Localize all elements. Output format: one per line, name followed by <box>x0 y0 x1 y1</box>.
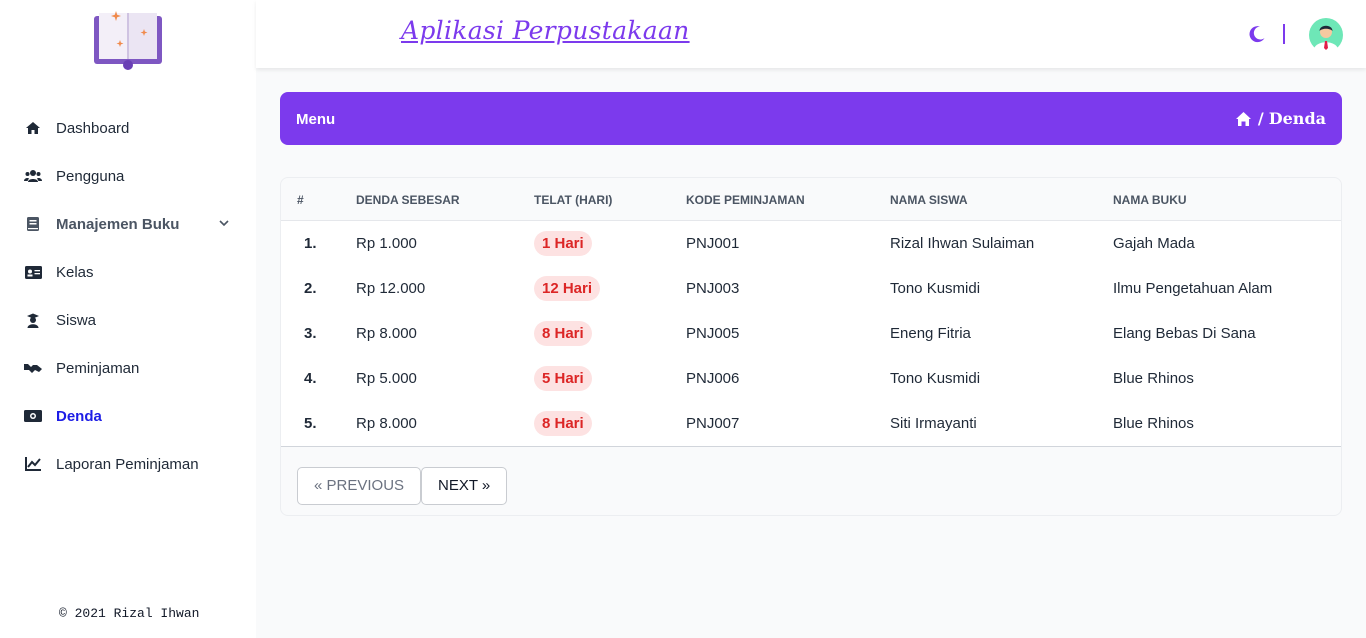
kode-peminjaman: PNJ006 <box>686 370 740 387</box>
denda-amount: Rp 12.000 <box>356 280 426 297</box>
telat-badge: 12 Hari <box>534 276 601 301</box>
column-header-denda: DENDA SEBESAR <box>356 193 460 207</box>
column-header-kode: KODE PEMINJAMAN <box>686 193 805 207</box>
library-book-logo-icon <box>94 11 162 70</box>
nama-siswa: Tono Kusmidi <box>890 280 981 297</box>
table-header: # DENDA SEBESAR TELAT (HARI) KODE PEMINJ… <box>281 178 1341 221</box>
denda-table-card: # DENDA SEBESAR TELAT (HARI) KODE PEMINJ… <box>280 177 1342 516</box>
row-number: 1. <box>304 235 317 252</box>
divider <box>1283 24 1285 44</box>
table-row: 4. Rp 5.000 5 Hari PNJ006 Tono Kusmidi B… <box>281 356 1341 401</box>
telat-badge: 8 Hari <box>534 321 592 346</box>
sidebar-nav: Dashboard Pengguna Manajemen Buku Kelas <box>0 104 256 488</box>
table-row: 3. Rp 8.000 8 Hari PNJ005 Eneng Fitria E… <box>281 311 1341 356</box>
nama-buku: Gajah Mada <box>1113 235 1195 252</box>
avatar[interactable] <box>1309 18 1343 52</box>
sidebar-item-siswa[interactable]: Siswa <box>0 296 256 344</box>
sidebar-item-kelas[interactable]: Kelas <box>0 248 256 296</box>
pagination: « PREVIOUS NEXT » <box>297 467 508 505</box>
menu-label: Menu <box>296 111 336 128</box>
chart-line-icon <box>24 455 42 473</box>
telat-badge: 5 Hari <box>534 366 592 391</box>
telat-badge: 8 Hari <box>534 411 592 436</box>
kode-peminjaman: PNJ007 <box>686 415 740 432</box>
id-card-icon <box>24 263 42 281</box>
breadcrumb: / Denda <box>1235 109 1326 128</box>
table-row: 1. Rp 1.000 1 Hari PNJ001 Rizal Ihwan Su… <box>281 221 1341 266</box>
sidebar-item-label: Peminjaman <box>56 359 140 377</box>
nama-siswa: Eneng Fitria <box>890 325 971 342</box>
kode-peminjaman: PNJ005 <box>686 325 740 342</box>
column-header-nama-buku: NAMA BUKU <box>1113 193 1187 207</box>
nama-siswa: Tono Kusmidi <box>890 370 981 387</box>
sidebar-item-label: Denda <box>56 407 102 425</box>
nama-buku: Blue Rhinos <box>1113 415 1194 432</box>
nama-buku: Ilmu Pengetahuan Alam <box>1113 280 1273 297</box>
sidebar-item-laporan-peminjaman[interactable]: Laporan Peminjaman <box>0 440 256 488</box>
nama-siswa: Rizal Ihwan Sulaiman <box>890 235 1035 252</box>
sidebar-item-peminjaman[interactable]: Peminjaman <box>0 344 256 392</box>
previous-page-button[interactable]: « PREVIOUS <box>297 467 422 505</box>
nama-buku: Elang Bebas Di Sana <box>1113 325 1256 342</box>
kode-peminjaman: PNJ003 <box>686 280 740 297</box>
sidebar-item-pengguna[interactable]: Pengguna <box>0 152 256 200</box>
row-number: 5. <box>304 415 317 432</box>
breadcrumb-separator: / <box>1257 109 1264 128</box>
copyright-text: © 2021 Rizal Ihwan <box>59 606 200 621</box>
sidebar-item-label: Laporan Peminjaman <box>56 455 199 473</box>
app-title[interactable]: Aplikasi Perpustakaan <box>401 16 690 45</box>
sidebar-item-label: Pengguna <box>56 167 125 185</box>
graduate-icon <box>24 311 42 329</box>
sidebar: Dashboard Pengguna Manajemen Buku Kelas <box>0 0 256 638</box>
book-icon <box>24 215 42 233</box>
sidebar-item-dashboard[interactable]: Dashboard <box>0 104 256 152</box>
sidebar-item-label: Siswa <box>56 311 97 329</box>
home-icon <box>24 119 42 137</box>
denda-amount: Rp 8.000 <box>356 415 417 432</box>
column-header-telat: TELAT (HARI) <box>534 193 613 207</box>
sidebar-item-label: Kelas <box>56 263 94 281</box>
sidebar-item-denda[interactable]: Denda <box>0 392 256 440</box>
sidebar-item-manajemen-buku[interactable]: Manajemen Buku <box>0 200 256 248</box>
table-body: 1. Rp 1.000 1 Hari PNJ001 Rizal Ihwan Su… <box>281 221 1341 447</box>
moon-icon[interactable] <box>1248 25 1266 43</box>
sidebar-item-label: Dashboard <box>56 119 130 137</box>
users-icon <box>24 167 42 185</box>
sidebar-item-label: Manajemen Buku <box>56 215 180 233</box>
chevron-down-icon[interactable] <box>218 217 230 229</box>
denda-amount: Rp 5.000 <box>356 370 417 387</box>
denda-amount: Rp 1.000 <box>356 235 417 252</box>
table-row: 2. Rp 12.000 12 Hari PNJ003 Tono Kusmidi… <box>281 266 1341 311</box>
breadcrumb-current: Denda <box>1268 109 1326 128</box>
menu-breadcrumb-bar: Menu / Denda <box>280 92 1342 145</box>
denda-amount: Rp 8.000 <box>356 325 417 342</box>
row-number: 4. <box>304 370 317 387</box>
table-row: 5. Rp 8.000 8 Hari PNJ007 Siti Irmayanti… <box>281 401 1341 446</box>
telat-badge: 1 Hari <box>534 231 592 256</box>
row-number: 2. <box>304 280 317 297</box>
nama-buku: Blue Rhinos <box>1113 370 1194 387</box>
topbar: Aplikasi Perpustakaan <box>256 0 1366 68</box>
handshake-icon <box>24 359 42 377</box>
next-page-button[interactable]: NEXT » <box>421 467 508 505</box>
column-header-number: # <box>297 193 304 207</box>
row-number: 3. <box>304 325 317 342</box>
nama-siswa: Siti Irmayanti <box>890 415 977 432</box>
column-header-nama-siswa: NAMA SISWA <box>890 193 968 207</box>
money-icon <box>24 407 42 425</box>
home-icon[interactable] <box>1235 111 1252 127</box>
kode-peminjaman: PNJ001 <box>686 235 740 252</box>
